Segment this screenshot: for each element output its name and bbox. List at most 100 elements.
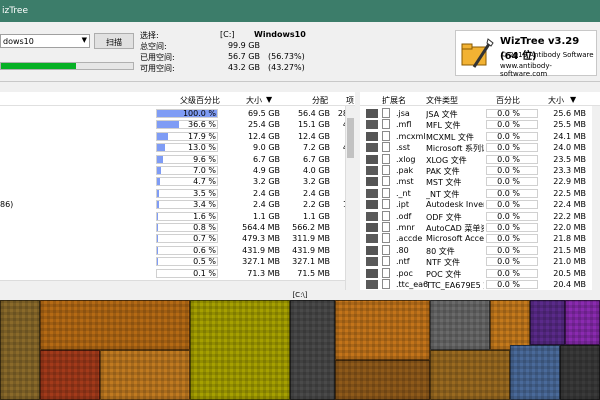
folder-row[interactable]: 9.6 % 6.7 GB 6.7 GB (0, 154, 355, 165)
treemap-block[interactable] (40, 350, 100, 400)
filetype-scrollbar[interactable] (592, 106, 600, 290)
brand-url[interactable]: www.antibody-software.com (500, 62, 596, 78)
filetype-row[interactable]: .poc POC 文件 0.0 % 20.5 MB (360, 267, 600, 279)
folder-row[interactable]: 100.0 % 69.5 GB 56.4 GB 28 (0, 108, 355, 119)
filetype-row[interactable]: .mcxml MCXML 文件 0.0 % 24.1 MB (360, 130, 600, 142)
filetype-row[interactable]: .ntf NTF 文件 0.0 % 21.0 MB (360, 256, 600, 267)
color-swatch (366, 131, 378, 141)
file-percent: 0.0 % (497, 177, 520, 187)
select-label: 选择: (140, 31, 159, 40)
info-row-select: 选择: [C:] Windows10 (140, 30, 340, 41)
title-bar: izTree (0, 0, 600, 22)
treemap-block[interactable] (430, 350, 510, 400)
treemap-block[interactable] (335, 360, 430, 400)
treemap-block[interactable] (190, 300, 290, 400)
treemap-view[interactable] (0, 300, 600, 400)
folder-row[interactable]: 86)3.4 %2.4 GB2.2 GB1 (0, 199, 355, 210)
file-percent: 0.0 % (497, 200, 520, 210)
filetype-row[interactable]: .mfl MFL 文件 0.0 % 25.5 MB (360, 119, 600, 130)
file-percent: 0.0 % (497, 223, 520, 232)
folder-row[interactable]: 0.7 % 479.3 MB 311.9 MB (0, 233, 355, 244)
filetype-row[interactable]: .accdeMicrosoft Access A 0.0 % 21.8 MB (360, 233, 600, 244)
info-row-total: 总空间: 99.9 GB (140, 41, 340, 52)
scroll-thumb[interactable] (347, 118, 354, 158)
color-swatch (366, 223, 378, 232)
treemap-block[interactable] (530, 300, 565, 345)
treemap-block[interactable] (335, 300, 430, 360)
brand-panel[interactable]: WizTree v3.29 (64 位) © 2019 Antibody Sof… (455, 30, 597, 78)
header-parent-percent[interactable]: 父级百分比 (180, 95, 220, 106)
folder-horizontal-scrollbar[interactable] (0, 280, 345, 290)
file-size: 22.5 MB (553, 188, 586, 198)
treemap-block[interactable] (565, 300, 600, 345)
folder-row[interactable]: 4.7 % 3.2 GB 3.2 GB (0, 176, 355, 187)
treemap-block[interactable] (0, 300, 40, 400)
filetype-row[interactable]: .xlog XLOG 文件 0.0 % 23.5 MB (360, 153, 600, 165)
treemap-block[interactable] (290, 300, 335, 400)
filetype-row[interactable]: .ttc_ea6TTC_EA679E5 文件0.0 %20.4 MB (360, 279, 600, 290)
scan-button[interactable]: 扫描 (94, 33, 134, 49)
file-percent: 0.0 % (497, 143, 520, 153)
file-size: 21.5 MB (553, 245, 586, 255)
filetype-row[interactable]: .pak PAK 文件 0.0 % 23.3 MB (360, 165, 600, 176)
filetype-row[interactable]: .mst MST 文件 0.0 % 22.9 MB (360, 176, 600, 187)
header-extension[interactable]: 扩展名 (382, 95, 406, 106)
file-icon (382, 108, 390, 118)
header-allocated[interactable]: 分配 (312, 95, 328, 106)
header-items[interactable]: 项 (346, 95, 354, 106)
drive-letter: [C:] (220, 30, 235, 39)
parent-percent: 17.9 % (188, 131, 216, 141)
header-percent[interactable]: 百分比 (496, 95, 520, 106)
header-file-type[interactable]: 文件类型 (426, 95, 458, 106)
file-percent: 0.0 % (497, 166, 520, 175)
file-icon (382, 233, 390, 244)
file-icon (382, 210, 390, 221)
file-size: 21.8 MB (553, 234, 586, 244)
folder-size: 431.9 MB (242, 245, 280, 255)
file-icon (382, 153, 390, 164)
total-value: 99.9 GB (227, 41, 260, 50)
folder-row[interactable]: 7.0 % 4.9 GB 4.0 GB (0, 165, 355, 176)
drive-select[interactable]: dows10 ▼ (0, 34, 90, 48)
file-percent: 0.0 % (497, 268, 520, 278)
folder-row[interactable]: 0.1 % 71.3 MB 71.5 MB (0, 268, 355, 279)
filetype-row[interactable]: .mnr AutoCAD 菜单资源 0.0 % 22.0 MB (360, 222, 600, 233)
filetype-row[interactable]: .ipt Autodesk Inventor 0.0 % 22.4 MB (360, 199, 600, 210)
folder-row[interactable]: 1.6 % 1.1 GB 1.1 GB (0, 211, 355, 222)
color-swatch (366, 268, 378, 278)
folder-row[interactable]: 17.9 % 12.4 GB 12.4 GB (0, 131, 355, 142)
folder-size: 3.2 GB (253, 177, 280, 187)
file-extension: .ntf (396, 257, 410, 267)
file-size: 20.4 MB (553, 280, 586, 289)
treemap-block[interactable] (40, 300, 190, 350)
treemap-block[interactable] (430, 300, 490, 350)
folder-size: 1.1 GB (253, 211, 280, 221)
filetype-table-header: 扩展名 文件类型 百分比 大小 ▼ (360, 92, 600, 106)
filetype-row[interactable]: .sst Microsoft 系列证书 0.0 % 24.0 MB (360, 142, 600, 153)
header-size[interactable]: 大小 (246, 95, 262, 106)
filetype-row[interactable]: .80 80 文件 0.0 % 21.5 MB (360, 244, 600, 256)
parent-percent: 36.6 % (188, 120, 216, 130)
file-icon (382, 165, 390, 175)
color-swatch (366, 177, 378, 187)
folder-row[interactable]: 13.0 %9.0 GB7.2 GB4 (0, 142, 355, 153)
filetype-row[interactable]: ._nt _NT 文件 0.0 % 22.5 MB (360, 187, 600, 199)
treemap-block[interactable] (490, 300, 530, 350)
treemap-block[interactable] (510, 345, 560, 400)
folder-vertical-scrollbar[interactable] (345, 106, 355, 290)
folder-size: 71.3 MB (247, 268, 280, 278)
header-type-size[interactable]: 大小 (548, 95, 564, 106)
treemap-block[interactable] (100, 350, 190, 400)
treemap-block[interactable] (560, 345, 600, 400)
folder-row[interactable]: 36.6 %25.4 GB15.1 GB4 (0, 119, 355, 130)
filetype-row[interactable]: .jsa JSA 文件 0.0 % 25.6 MB (360, 108, 600, 119)
file-extension: .odf (396, 211, 412, 221)
folder-row[interactable]: 0.5 % 327.1 MB 327.1 MB (0, 256, 355, 267)
filetype-row[interactable]: .odf ODF 文件 0.0 % 22.2 MB (360, 210, 600, 222)
folder-row[interactable]: 0.6 % 431.9 MB 431.9 MB (0, 245, 355, 256)
file-percent: 0.0 % (497, 234, 520, 244)
folder-row[interactable]: 3.5 % 2.4 GB 2.4 GB (0, 188, 355, 199)
color-swatch (366, 280, 378, 289)
file-size: 22.0 MB (553, 223, 586, 232)
folder-row[interactable]: 0.8 % 564.4 MB 566.2 MB (0, 222, 355, 233)
